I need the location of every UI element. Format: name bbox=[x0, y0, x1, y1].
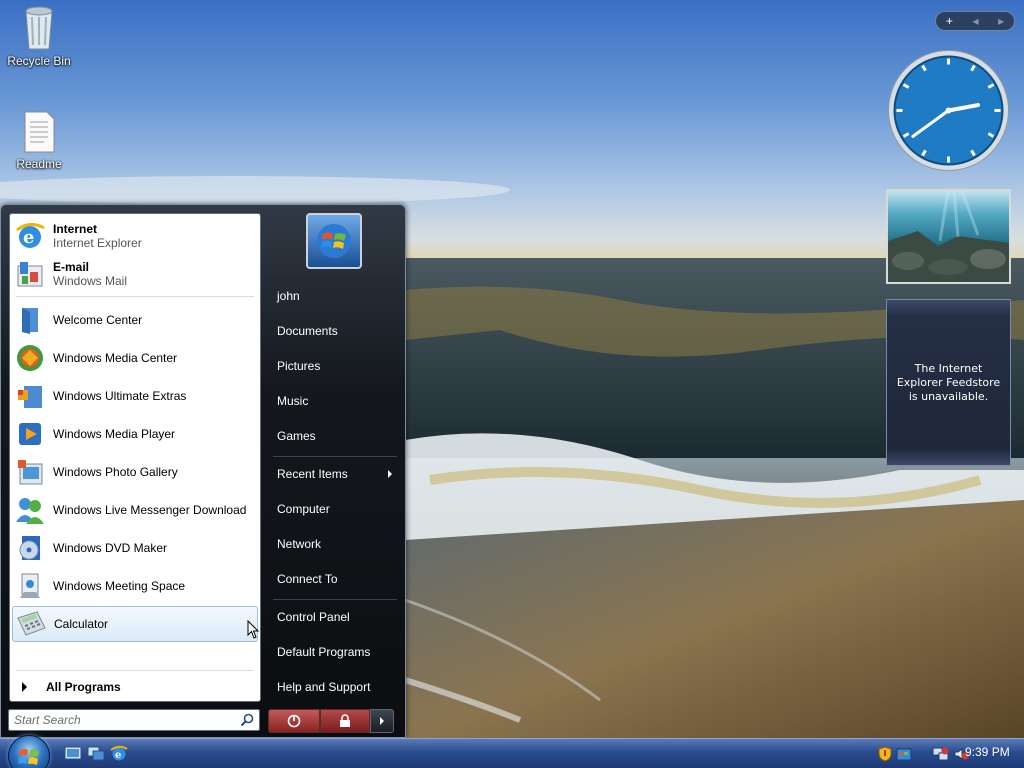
desktop-icon-label: Readme bbox=[16, 157, 62, 171]
link-help-support[interactable]: Help and Support bbox=[269, 671, 399, 703]
link-games[interactable]: Games bbox=[269, 420, 399, 452]
link-music[interactable]: Music bbox=[269, 385, 399, 417]
program-label: Windows Media Center bbox=[53, 351, 178, 365]
windows-logo-icon bbox=[18, 749, 39, 765]
windows-mail-icon bbox=[17, 262, 43, 287]
separator bbox=[16, 296, 254, 297]
start-button[interactable] bbox=[8, 735, 50, 768]
program-meeting-space[interactable]: Windows Meeting Space bbox=[12, 568, 258, 604]
security-shield-icon[interactable] bbox=[877, 745, 893, 762]
separator bbox=[273, 599, 397, 600]
start-menu: e Internet Internet Explorer E-mail Wind… bbox=[0, 204, 406, 738]
search-icon[interactable] bbox=[240, 713, 254, 727]
arrow-right-icon bbox=[22, 682, 27, 692]
all-programs-label: All Programs bbox=[46, 680, 121, 694]
sidebar-controls: + ◂ ▸ bbox=[935, 11, 1015, 31]
dvd-maker-icon bbox=[19, 536, 40, 560]
pinned-windows-mail[interactable]: E-mail Windows Mail bbox=[12, 256, 258, 292]
program-welcome-center[interactable]: Welcome Center bbox=[12, 302, 258, 338]
taskbar-clock[interactable]: 9:39 PM bbox=[965, 745, 1010, 759]
link-pictures[interactable]: Pictures bbox=[269, 350, 399, 382]
pinned-title: E-mail bbox=[53, 260, 90, 274]
media-player-icon bbox=[19, 423, 41, 445]
desktop-icon-recycle-bin[interactable]: Recycle Bin bbox=[1, 3, 77, 68]
windows-update-icon[interactable] bbox=[896, 746, 912, 762]
link-recent-items[interactable]: Recent Items bbox=[269, 458, 399, 490]
arrow-right-icon bbox=[380, 717, 384, 725]
start-search-box[interactable] bbox=[8, 709, 260, 731]
svg-text:e: e bbox=[115, 750, 121, 761]
desktop-icon-readme[interactable]: Readme bbox=[1, 110, 77, 171]
program-media-player[interactable]: Windows Media Player bbox=[12, 416, 258, 452]
program-label: Welcome Center bbox=[53, 313, 143, 327]
program-label: Windows Photo Gallery bbox=[53, 465, 178, 479]
program-label: Windows Meeting Space bbox=[53, 579, 186, 593]
clock-gadget[interactable] bbox=[887, 49, 1010, 172]
switch-windows-icon[interactable] bbox=[87, 744, 105, 762]
shutdown-options-button[interactable] bbox=[370, 709, 394, 733]
link-documents[interactable]: Documents bbox=[269, 315, 399, 347]
show-desktop-icon[interactable] bbox=[64, 744, 82, 762]
link-user-folder[interactable]: john bbox=[269, 280, 399, 312]
power-buttons bbox=[268, 709, 396, 733]
previous-page-button[interactable]: ◂ bbox=[972, 14, 978, 28]
welcome-center-icon bbox=[22, 308, 38, 334]
feed-headlines-gadget[interactable]: The Internet Explorer Feedstore is unava… bbox=[886, 299, 1011, 466]
calculator-icon bbox=[17, 611, 46, 636]
program-live-messenger[interactable]: Windows Live Messenger Download bbox=[12, 492, 258, 528]
lock-icon bbox=[340, 714, 350, 727]
pinned-internet-explorer[interactable]: e Internet Internet Explorer bbox=[12, 218, 258, 254]
program-media-center[interactable]: Windows Media Center bbox=[12, 340, 258, 376]
program-photo-gallery[interactable]: Windows Photo Gallery bbox=[12, 454, 258, 490]
link-computer[interactable]: Computer bbox=[269, 493, 399, 525]
separator bbox=[273, 456, 397, 457]
power-button[interactable] bbox=[268, 709, 320, 733]
program-label: Calculator bbox=[54, 617, 109, 631]
photo-gallery-icon bbox=[18, 460, 43, 485]
mouse-pointer-icon bbox=[247, 620, 260, 639]
user-picture[interactable] bbox=[306, 213, 362, 269]
power-icon bbox=[287, 714, 301, 728]
document-icon bbox=[24, 111, 55, 153]
start-search-input[interactable] bbox=[14, 711, 240, 729]
program-label: Windows Live Messenger Download bbox=[53, 503, 247, 517]
meeting-space-icon bbox=[20, 573, 40, 598]
pinned-title: Internet bbox=[53, 222, 98, 236]
lock-button[interactable] bbox=[320, 709, 370, 733]
messenger-icon bbox=[16, 498, 44, 524]
underwater-photo bbox=[888, 191, 1009, 282]
program-label: Windows DVD Maker bbox=[53, 541, 168, 555]
ultimate-extras-icon bbox=[18, 386, 42, 408]
feed-unavailable-message: The Internet Explorer Feedstore is unava… bbox=[896, 361, 1001, 403]
submenu-arrow-icon bbox=[388, 470, 392, 478]
link-default-programs[interactable]: Default Programs bbox=[269, 636, 399, 668]
separator bbox=[16, 670, 254, 671]
program-label: Windows Media Player bbox=[53, 427, 176, 441]
program-ultimate-extras[interactable]: Windows Ultimate Extras bbox=[12, 378, 258, 414]
internet-explorer-quicklaunch-icon[interactable]: e bbox=[110, 744, 128, 762]
link-control-panel[interactable]: Control Panel bbox=[269, 601, 399, 633]
link-connect-to[interactable]: Connect To bbox=[269, 563, 399, 595]
all-programs-button[interactable]: All Programs bbox=[12, 676, 258, 698]
pinned-subtitle: Windows Mail bbox=[53, 274, 128, 288]
internet-explorer-icon: e bbox=[16, 223, 45, 248]
programs-pane: e Internet Internet Explorer E-mail Wind… bbox=[9, 213, 261, 702]
desktop-icon-label: Recycle Bin bbox=[7, 54, 71, 68]
slideshow-gadget[interactable] bbox=[886, 189, 1011, 284]
network-icon[interactable] bbox=[932, 746, 950, 762]
pinned-subtitle: Internet Explorer bbox=[53, 236, 142, 250]
media-center-icon bbox=[17, 345, 43, 371]
recycle-bin-icon bbox=[25, 6, 53, 50]
link-network[interactable]: Network bbox=[269, 528, 399, 560]
windows-logo-icon bbox=[317, 224, 351, 258]
program-calculator[interactable]: Calculator bbox=[12, 606, 260, 642]
program-dvd-maker[interactable]: Windows DVD Maker bbox=[12, 530, 258, 566]
next-page-button[interactable]: ▸ bbox=[998, 14, 1004, 28]
svg-text:e: e bbox=[23, 227, 34, 248]
recent-items-label: Recent Items bbox=[277, 467, 348, 481]
program-label: Windows Ultimate Extras bbox=[53, 389, 187, 403]
add-gadget-button[interactable]: + bbox=[946, 14, 953, 28]
